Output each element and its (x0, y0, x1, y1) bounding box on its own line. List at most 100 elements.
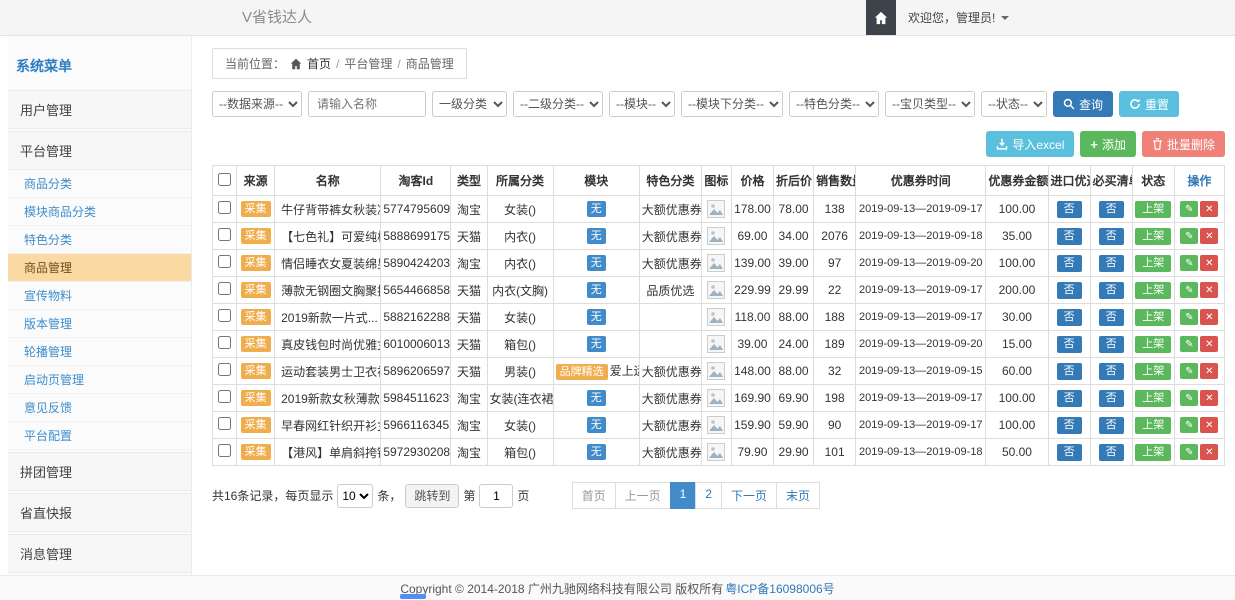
breadcrumb-home[interactable]: 首页 (307, 55, 331, 72)
edit-button[interactable]: ✎ (1180, 255, 1198, 271)
edit-button[interactable]: ✎ (1180, 309, 1198, 325)
row-checkbox[interactable] (218, 390, 231, 403)
level2-category-select[interactable]: --二级分类-- (513, 91, 603, 117)
row-checkbox[interactable] (218, 309, 231, 322)
status-button[interactable]: 上架 (1135, 228, 1171, 245)
must-buy-toggle[interactable]: 否 (1099, 255, 1124, 272)
horizontal-scrollbar-thumb[interactable] (400, 594, 426, 599)
edit-button[interactable]: ✎ (1180, 336, 1198, 352)
page-button[interactable]: 下一页 (721, 482, 777, 509)
import-select-toggle[interactable]: 否 (1057, 228, 1082, 245)
delete-button[interactable]: ✕ (1200, 228, 1218, 244)
page-button[interactable]: 末页 (776, 482, 820, 509)
must-buy-toggle[interactable]: 否 (1099, 336, 1124, 353)
page-button[interactable]: 1 (670, 482, 697, 509)
import-select-toggle[interactable]: 否 (1057, 282, 1082, 299)
edit-button[interactable]: ✎ (1180, 228, 1198, 244)
module-sub-category-select[interactable]: --模块下分类-- (681, 91, 783, 117)
delete-button[interactable]: ✕ (1200, 336, 1218, 352)
import-select-toggle[interactable]: 否 (1057, 309, 1082, 326)
edit-button[interactable]: ✎ (1180, 201, 1198, 217)
sidebar-item[interactable]: 平台配置 (8, 422, 191, 450)
must-buy-toggle[interactable]: 否 (1099, 201, 1124, 218)
sidebar-item[interactable]: 商品分类 (8, 170, 191, 198)
status-button[interactable]: 上架 (1135, 363, 1171, 380)
import-select-toggle[interactable]: 否 (1057, 390, 1082, 407)
status-button[interactable]: 上架 (1135, 336, 1171, 353)
jump-page-input[interactable] (479, 484, 513, 508)
delete-button[interactable]: ✕ (1200, 417, 1218, 433)
level1-category-select[interactable]: 一级分类 (432, 91, 507, 117)
status-button[interactable]: 上架 (1135, 390, 1171, 407)
row-checkbox[interactable] (218, 255, 231, 268)
delete-button[interactable]: ✕ (1200, 309, 1218, 325)
edit-button[interactable]: ✎ (1180, 363, 1198, 379)
edit-button[interactable]: ✎ (1180, 444, 1198, 460)
row-checkbox[interactable] (218, 336, 231, 349)
import-select-toggle[interactable]: 否 (1057, 363, 1082, 380)
per-page-select[interactable]: 10 (337, 484, 373, 508)
reset-button[interactable]: 重置 (1119, 91, 1179, 117)
sidebar-item[interactable]: 意见反馈 (8, 394, 191, 422)
status-button[interactable]: 上架 (1135, 282, 1171, 299)
must-buy-toggle[interactable]: 否 (1099, 228, 1124, 245)
user-menu[interactable]: 欢迎您，管理员! (896, 0, 1021, 35)
delete-button[interactable]: ✕ (1200, 201, 1218, 217)
edit-button[interactable]: ✎ (1180, 282, 1198, 298)
import-select-toggle[interactable]: 否 (1057, 417, 1082, 434)
import-select-toggle[interactable]: 否 (1057, 336, 1082, 353)
row-checkbox[interactable] (218, 282, 231, 295)
row-checkbox[interactable] (218, 417, 231, 430)
home-button[interactable] (866, 0, 896, 35)
delete-button[interactable]: ✕ (1200, 390, 1218, 406)
sidebar-group[interactable]: 用户管理 (8, 90, 191, 129)
row-checkbox[interactable] (218, 444, 231, 457)
batch-delete-button[interactable]: 批量删除 (1142, 131, 1225, 157)
status-button[interactable]: 上架 (1135, 444, 1171, 461)
must-buy-toggle[interactable]: 否 (1099, 282, 1124, 299)
must-buy-toggle[interactable]: 否 (1099, 390, 1124, 407)
icp-link[interactable]: 粤ICP备16098006号 (725, 580, 834, 597)
sidebar-item[interactable]: 宣传物料 (8, 282, 191, 310)
status-select[interactable]: --状态-- (981, 91, 1047, 117)
feature-category-select[interactable]: --特色分类-- (789, 91, 879, 117)
import-select-toggle[interactable]: 否 (1057, 444, 1082, 461)
must-buy-toggle[interactable]: 否 (1099, 309, 1124, 326)
sidebar-group[interactable]: 消息管理 (8, 534, 191, 573)
sidebar-item[interactable]: 版本管理 (8, 310, 191, 338)
sidebar-item[interactable]: 商品管理 (8, 254, 191, 282)
jump-button[interactable]: 跳转到 (405, 484, 459, 508)
module-select[interactable]: --模块-- (609, 91, 675, 117)
page-button[interactable]: 2 (695, 482, 722, 509)
row-checkbox[interactable] (218, 363, 231, 376)
status-button[interactable]: 上架 (1135, 255, 1171, 272)
must-buy-toggle[interactable]: 否 (1099, 444, 1124, 461)
sidebar-item[interactable]: 启动页管理 (8, 366, 191, 394)
page-button[interactable]: 上一页 (615, 482, 671, 509)
must-buy-toggle[interactable]: 否 (1099, 417, 1124, 434)
search-button[interactable]: 查询 (1053, 91, 1113, 117)
edit-button[interactable]: ✎ (1180, 417, 1198, 433)
sidebar-item[interactable]: 模块商品分类 (8, 198, 191, 226)
sidebar-item[interactable]: 特色分类 (8, 226, 191, 254)
delete-button[interactable]: ✕ (1200, 363, 1218, 379)
name-search-input[interactable] (308, 91, 426, 117)
import-select-toggle[interactable]: 否 (1057, 201, 1082, 218)
status-button[interactable]: 上架 (1135, 201, 1171, 218)
add-button[interactable]: + 添加 (1080, 131, 1136, 157)
edit-button[interactable]: ✎ (1180, 390, 1198, 406)
sidebar-group[interactable]: 省直快报 (8, 493, 191, 532)
delete-button[interactable]: ✕ (1200, 255, 1218, 271)
import-excel-button[interactable]: 导入excel (986, 131, 1074, 157)
data-source-select[interactable]: --数据来源-- (212, 91, 302, 117)
sidebar-group[interactable]: 拼团管理 (8, 452, 191, 491)
must-buy-toggle[interactable]: 否 (1099, 363, 1124, 380)
delete-button[interactable]: ✕ (1200, 444, 1218, 460)
status-button[interactable]: 上架 (1135, 417, 1171, 434)
row-checkbox[interactable] (218, 201, 231, 214)
sidebar-item[interactable]: 轮播管理 (8, 338, 191, 366)
status-button[interactable]: 上架 (1135, 309, 1171, 326)
delete-button[interactable]: ✕ (1200, 282, 1218, 298)
item-type-select[interactable]: --宝贝类型-- (885, 91, 975, 117)
sidebar-group[interactable]: 平台管理 (8, 131, 191, 170)
